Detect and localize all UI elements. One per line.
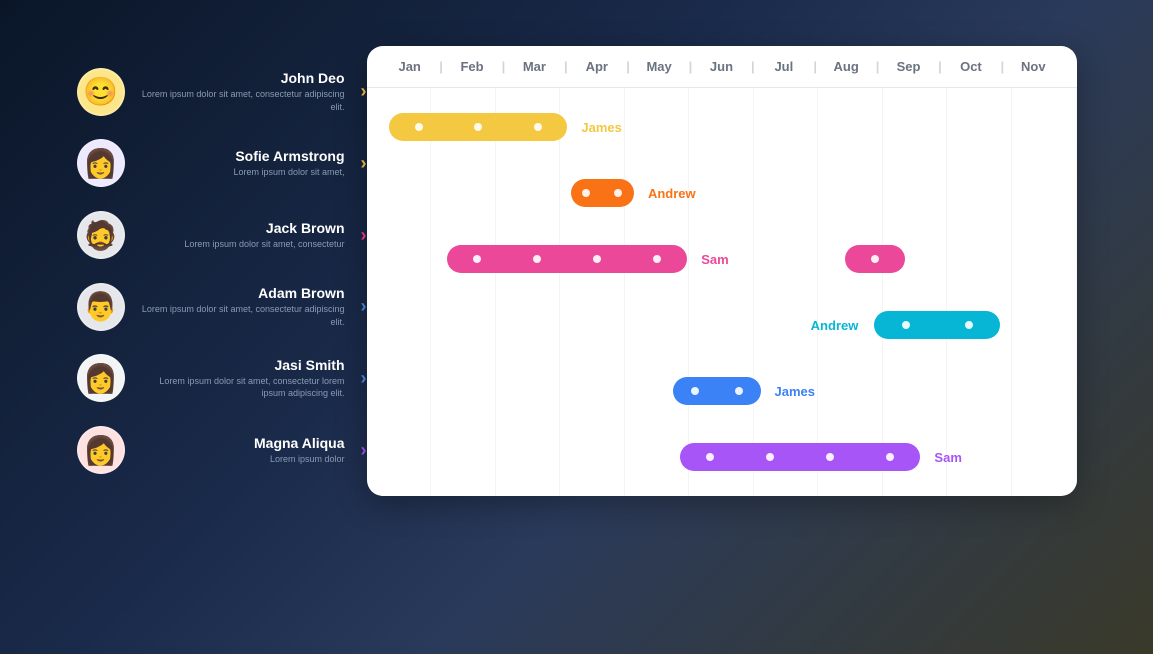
main-container: 😊 John Deo Lorem ipsum dolor sit amet, con…	[77, 46, 1077, 496]
person-row-john-deo[interactable]: 😊 John Deo Lorem ipsum dolor sit amet, con…	[77, 58, 367, 126]
person-name: Jasi Smith	[137, 357, 345, 373]
bar-dot	[534, 123, 542, 131]
avatar: 👩	[77, 139, 125, 187]
avatar: 👨	[77, 283, 125, 331]
person-desc: Lorem ipsum dolor sit amet, consectetur	[137, 238, 345, 251]
person-name: Magna Aliqua	[137, 435, 345, 451]
sidebar: 😊 John Deo Lorem ipsum dolor sit amet, con…	[77, 46, 367, 496]
person-desc: Lorem ipsum dolor	[137, 453, 345, 466]
bar-dot	[474, 123, 482, 131]
person-desc: Lorem ipsum dolor sit amet,	[137, 166, 345, 179]
person-name: Sofie Armstrong	[137, 148, 345, 164]
person-name: Adam Brown	[137, 285, 345, 301]
person-info: Jack Brown Lorem ipsum dolor sit amet, co…	[137, 220, 345, 251]
month-sep: Sep	[877, 59, 939, 74]
month-feb: Feb	[441, 59, 503, 74]
gantt-bar-secondary[interactable]	[845, 245, 905, 273]
month-may: May	[628, 59, 690, 74]
month-jul: Jul	[753, 59, 815, 74]
gantt-bar[interactable]	[673, 377, 760, 405]
bar-wrapper: Andrew	[571, 179, 859, 207]
avatar: 🧔	[77, 211, 125, 259]
bar-label: James	[581, 120, 621, 135]
bar-label: Sam	[934, 450, 961, 465]
month-mar: Mar	[503, 59, 565, 74]
bar-wrapper-secondary	[845, 245, 905, 273]
person-row-sofie-armstrong[interactable]: 👩 Sofie Armstrong Lorem ipsum dolor sit am…	[77, 129, 367, 197]
bar-dot	[766, 453, 774, 461]
bar-wrapper: Andrew	[811, 311, 1077, 339]
bar-dot	[415, 123, 423, 131]
bar-label: Andrew	[648, 186, 696, 201]
bar-dot	[735, 387, 743, 395]
bar-dot	[582, 189, 590, 197]
gantt-header: JanFebMarAprMayJunJulAugSepOctNov	[367, 46, 1077, 88]
avatar: 👩	[77, 426, 125, 474]
person-row-magna-aliqua[interactable]: 👩Magna AliquaLorem ipsum dolor›	[77, 416, 367, 484]
person-desc: Lorem ipsum dolor sit amet, consectetur …	[137, 88, 345, 113]
gantt-bar[interactable]	[571, 179, 634, 207]
person-desc: Lorem ipsum dolor sit amet, consectetur …	[137, 303, 345, 328]
month-oct: Oct	[940, 59, 1002, 74]
gantt-row-5: Sam	[379, 428, 1065, 486]
bar-dot	[871, 255, 879, 263]
bar-wrapper: James	[673, 377, 995, 405]
gantt-row-3: Andrew	[379, 296, 1065, 354]
person-row-adam-brown[interactable]: 👨 Adam Brown Lorem ipsum dolor sit amet, c…	[77, 273, 367, 341]
gantt-body: James Andrew Sam Andrew James Sam	[367, 88, 1077, 496]
bar-dot	[614, 189, 622, 197]
bar-wrapper: James	[389, 113, 814, 141]
person-info: Sofie Armstrong Lorem ipsum dolor sit ame…	[137, 148, 345, 179]
bar-dot	[473, 255, 481, 263]
gantt-row-2: Sam	[379, 230, 1065, 288]
month-jan: Jan	[379, 59, 441, 74]
gantt-bar[interactable]	[447, 245, 687, 273]
person-row-jasi-smith[interactable]: 👩 Jasi Smith Lorem ipsum dolor sit amet, c…	[77, 344, 367, 412]
bar-dot	[902, 321, 910, 329]
month-jun: Jun	[690, 59, 752, 74]
person-name: Jack Brown	[137, 220, 345, 236]
month-nov: Nov	[1002, 59, 1064, 74]
avatar: 👩	[77, 354, 125, 402]
gantt-row-1: Andrew	[379, 164, 1065, 222]
gantt-panel: JanFebMarAprMayJunJulAugSepOctNov James A…	[367, 46, 1077, 496]
bar-dot	[533, 255, 541, 263]
person-info: Adam Brown Lorem ipsum dolor sit amet, co…	[137, 285, 345, 328]
bar-label: Andrew	[811, 318, 859, 333]
person-info: John Deo Lorem ipsum dolor sit amet, cons…	[137, 70, 345, 113]
gantt-bar[interactable]	[680, 443, 920, 471]
bar-dot	[826, 453, 834, 461]
month-apr: Apr	[566, 59, 628, 74]
avatar: 😊	[77, 68, 125, 116]
person-info: Magna Aliqua Lorem ipsum dolor	[137, 435, 345, 466]
gantt-row-0: James	[379, 98, 1065, 156]
bar-dot	[965, 321, 973, 329]
bar-label: Sam	[701, 252, 728, 267]
bar-dot	[653, 255, 661, 263]
person-row-jack-brown[interactable]: 🧔 Jack Brown Lorem ipsum dolor sit amet, c…	[77, 201, 367, 269]
bar-dot	[593, 255, 601, 263]
gantt-bar[interactable]	[874, 311, 1000, 339]
bar-wrapper: Sam	[680, 443, 1076, 471]
person-info: Jasi Smith Lorem ipsum dolor sit amet, co…	[137, 357, 345, 400]
gantt-bar[interactable]	[389, 113, 568, 141]
person-name: John Deo	[137, 70, 345, 86]
bar-dot	[706, 453, 714, 461]
bar-dot	[691, 387, 699, 395]
person-desc: Lorem ipsum dolor sit amet, consectetur …	[137, 375, 345, 400]
bar-label: James	[775, 384, 815, 399]
gantt-row-4: James	[379, 362, 1065, 420]
month-aug: Aug	[815, 59, 877, 74]
bar-dot	[886, 453, 894, 461]
